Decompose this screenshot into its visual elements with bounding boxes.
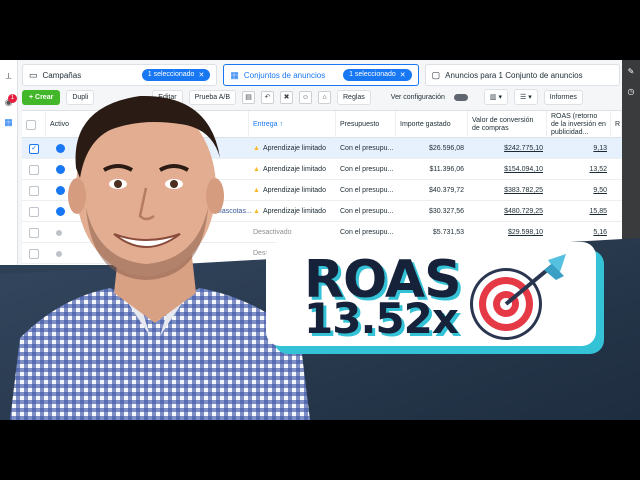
row-roas[interactable]: 5,16 (547, 222, 611, 243)
tab-adsets-label: Conjuntos de anuncios (243, 70, 326, 80)
row-spent: $40.379,72 (428, 187, 464, 194)
header-budget[interactable]: Presupuesto (336, 111, 396, 138)
campaigns-selected-pill[interactable]: 1 seleccionado ✕ (141, 69, 211, 81)
row-spent: $30.327,56 (428, 208, 464, 215)
breakdown-icon[interactable]: ☰ ▾ (513, 89, 538, 105)
row-conv-value[interactable]: $154.094,10 (468, 159, 547, 180)
tab-ads-label: Anuncios para 1 Conjunto de anuncios (445, 70, 583, 80)
row-budget: Con el presupu... (340, 166, 394, 173)
top-letterbox (0, 0, 640, 60)
tab-campaigns-label: Campañas (42, 70, 82, 80)
view-config-label: Ver configuración (390, 93, 445, 101)
header-spent[interactable]: Importe gastado (396, 111, 468, 138)
right-rail: ✎ ◷ (622, 60, 640, 265)
row-budget: Con el presupu... (340, 187, 394, 194)
adsets-selected-pill[interactable]: 1 seleccionado ✕ (343, 69, 412, 81)
tag-icon[interactable]: ⌂ (318, 90, 331, 104)
row-conv-value[interactable]: $383.782,25 (468, 180, 547, 201)
row-budget: Con el presupu... (340, 208, 394, 215)
thumbnail-frame: ⟂ ◉ 1 ▦ ▭ Campañas 1 seleccionado ✕ ▦ Con… (0, 0, 640, 480)
header-conv-value[interactable]: Valor de conversión de compras (468, 111, 547, 138)
header-r[interactable]: R (611, 111, 622, 138)
row-roas[interactable]: 9,13 (547, 138, 611, 159)
presenter-photo (10, 95, 310, 420)
pencil-icon[interactable]: ✎ (625, 66, 637, 78)
logo-icon: ⟂ (5, 71, 12, 81)
folder-icon: ▭ (29, 69, 38, 80)
tab-adsets[interactable]: ▦ Conjuntos de anuncios 1 seleccionado ✕ (223, 64, 419, 86)
clock-icon[interactable]: ◷ (625, 86, 637, 98)
close-icon[interactable]: ✕ (198, 71, 204, 79)
reports-button[interactable]: Informes (543, 89, 583, 105)
tab-campaigns[interactable]: ▭ Campañas 1 seleccionado ✕ (22, 64, 218, 86)
target-dart-icon (470, 254, 566, 340)
row-conv-value[interactable]: $480.729,25 (468, 201, 547, 222)
roas-value: 13.52x (304, 294, 459, 343)
pill-label: 1 seleccionado (147, 71, 195, 78)
row-spent: $5.731,53 (432, 229, 464, 236)
pill-label: 1 seleccionado (349, 71, 396, 78)
header-roas[interactable]: ROAS (retorno de la inversión en publici… (547, 111, 611, 138)
row-budget: Con el presupu... (340, 229, 394, 236)
row-budget: Con el presupu... (340, 145, 394, 152)
ad-icon: ▢ (431, 69, 441, 80)
roas-badge: ROAS 13.52x (266, 242, 596, 346)
grid-icon: ▦ (230, 69, 239, 80)
level-tabs: ▭ Campañas 1 seleccionado ✕ ▦ Conjuntos d… (22, 64, 620, 86)
row-conv-value[interactable]: $242.775,10 (468, 138, 547, 159)
row-conv-value[interactable]: $29.598,10 (468, 222, 547, 243)
row-roas[interactable]: 9,50 (547, 180, 611, 201)
bottom-letterbox (0, 420, 640, 480)
row-roas[interactable]: 13,52 (547, 159, 611, 180)
tab-ads[interactable]: ▢ Anuncios para 1 Conjunto de anuncios (424, 64, 620, 86)
close-icon[interactable]: ✕ (400, 71, 406, 79)
view-config-toggle[interactable] (453, 93, 468, 101)
row-spent: $26.596,08 (428, 145, 464, 152)
rules-button[interactable]: Reglas (337, 89, 371, 105)
row-roas[interactable]: 15,85 (547, 201, 611, 222)
columns-icon[interactable]: ▥ ▾ (483, 89, 508, 105)
row-spent: $11.396,06 (429, 166, 464, 173)
